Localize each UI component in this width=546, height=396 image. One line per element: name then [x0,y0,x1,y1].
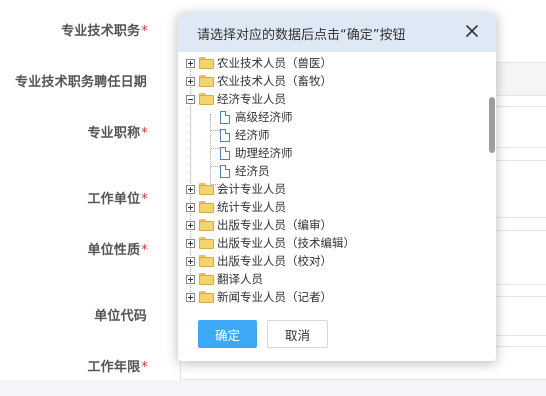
confirm-button[interactable]: 确定 [198,320,257,348]
tree-node[interactable]: 出版专业人员（编审） [186,216,332,234]
folder-icon [199,273,214,285]
document-icon [220,128,230,142]
expand-toggle-icon[interactable] [186,238,195,248]
tree-node-label: 会计专业人员 [217,182,286,196]
document-icon [220,146,230,160]
label-work-years: 工作年限* [87,360,148,375]
dialog-title: 请选择对应的数据后点击“确定”按钮 [197,28,406,43]
tree-node[interactable]: 翻译人员 [186,270,263,288]
tree-node[interactable]: 经济专业人员 [186,90,286,108]
tree-node[interactable]: 会计专业人员 [186,180,286,198]
label-professional-rank: 专业职称* [87,126,148,141]
expand-toggle-icon[interactable] [186,202,195,212]
tree-leaf[interactable]: 经济师 [220,126,270,144]
expand-toggle-icon[interactable] [186,184,195,194]
category-tree: 农业技术人员（兽医） 农业技术人员（畜牧） 经济专业人员 高级经济师 经济师 助… [178,52,496,307]
tree-node-label: 经济专业人员 [217,92,286,106]
tree-scrollbar[interactable] [488,52,496,307]
expand-toggle-icon[interactable] [186,274,195,284]
folder-icon [199,291,214,303]
tree-node[interactable]: 新闻专业人员（记者） [186,288,332,306]
tree-node-label: 出版专业人员（编审） [217,218,332,232]
expand-toggle-icon[interactable] [186,256,195,266]
tree-leaf[interactable]: 经济员 [220,162,270,180]
label-unit-code: 单位代码 [94,309,147,324]
tree-node[interactable]: 统计专业人员 [186,198,286,216]
label-work-unit: 工作单位* [87,192,148,207]
tree-node-label: 出版专业人员（校对） [217,254,332,268]
expand-toggle-icon[interactable] [186,76,195,86]
bottom-bar [0,380,546,396]
folder-icon [199,75,214,87]
tree-leaf[interactable]: 高级经济师 [220,108,293,126]
tree-leaf-label: 助理经济师 [235,146,293,160]
dialog-footer: 确定 取消 [178,311,496,361]
expand-toggle-icon[interactable] [186,220,195,230]
tree-node-label: 农业技术人员（畜牧） [217,74,332,88]
tree-node-label: 农业技术人员（兽医） [217,56,332,70]
tree-leaf-label: 经济师 [235,128,270,142]
scrollbar-thumb[interactable] [489,97,495,153]
tree-node-label: 统计专业人员 [217,200,286,214]
document-icon [220,110,230,124]
label-unit-type: 单位性质* [87,243,148,258]
collapse-toggle-icon[interactable] [186,94,195,104]
tree-node[interactable]: 农业技术人员（兽医） [186,54,332,72]
tree-node[interactable]: 出版专业人员（校对） [186,252,332,270]
tree-node[interactable]: 农业技术人员（畜牧） [186,72,332,90]
label-appointment-date: 专业技术职务聘任日期 [14,75,147,90]
tree-leaf-label: 经济员 [235,164,270,178]
folder-icon [199,237,214,249]
tree-node-label: 出版专业人员（技术编辑） [217,236,355,250]
expand-toggle-icon[interactable] [186,292,195,302]
tree-leaf[interactable]: 助理经济师 [220,144,293,162]
folder-icon [199,219,214,231]
folder-icon [199,201,214,213]
close-icon[interactable] [464,23,480,39]
select-dialog: 请选择对应的数据后点击“确定”按钮 农业技术人员（兽医） 农业技术人员（畜牧） [178,13,496,361]
tree-node-label: 新闻专业人员（记者） [217,290,332,304]
cancel-button[interactable]: 取消 [267,320,328,348]
tree-node-label: 翻译人员 [217,272,263,286]
folder-icon [199,255,214,267]
tree-leaf-label: 高级经济师 [235,110,293,124]
label-professional-title: 专业技术职务* [61,24,148,39]
document-icon [220,164,230,178]
folder-open-icon [199,93,214,105]
dialog-header: 请选择对应的数据后点击“确定”按钮 [178,13,496,52]
folder-icon [199,183,214,195]
tree-node[interactable]: 出版专业人员（技术编辑） [186,234,355,252]
expand-toggle-icon[interactable] [186,58,195,68]
folder-icon [199,57,214,69]
